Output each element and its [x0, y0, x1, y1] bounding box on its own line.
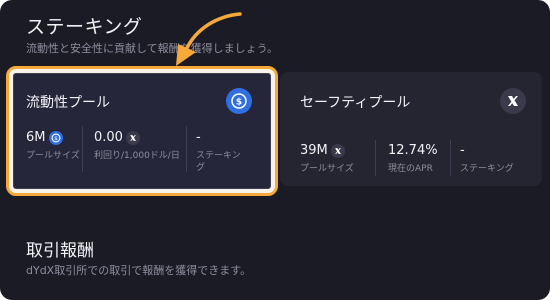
dydx-icon: [330, 143, 345, 158]
liquidity-pool-size-label: プールサイズ: [26, 151, 80, 161]
usdc-icon: $: [48, 130, 63, 145]
stat-divider: [82, 126, 83, 172]
usdc-icon: $: [226, 88, 252, 114]
page-title: ステーキング: [26, 16, 143, 38]
safety-pool-size-value: 39M: [300, 143, 345, 158]
liquidity-pool-size-value: 6M $: [26, 130, 63, 145]
stat-divider: [450, 140, 451, 176]
stat-divider: [186, 126, 187, 172]
liquidity-pool-title: 流動性プール: [26, 95, 110, 111]
safety-pool-apr-label: 現在のAPR: [388, 164, 433, 174]
stat-divider: [375, 140, 376, 176]
safety-pool-apr-value: 12.74%: [388, 143, 438, 158]
safety-pool-staking-label: ステーキング: [460, 164, 514, 174]
liquidity-pool-yield-label: 利回り/1,000ドル/日: [94, 151, 180, 161]
liquidity-pool-staking-label: ステーキング: [196, 151, 241, 173]
dydx-icon: [125, 130, 140, 145]
pointer-arrow-icon: [176, 12, 242, 66]
liquidity-pool-yield-value: 0.00: [94, 130, 140, 145]
safety-pool-size-label: プールサイズ: [300, 164, 354, 174]
liquidity-pool-size-number: 6M: [26, 130, 46, 145]
safety-pool-title: セーフティプール: [300, 95, 411, 111]
dydx-icon: [500, 88, 526, 114]
staking-panel: ステーキング 流動性と安全性に貢献して報酬を獲得しましょう。 セーフティプール …: [0, 0, 550, 300]
svg-text:$: $: [236, 98, 242, 108]
liquidity-pool-staking-value: -: [196, 130, 201, 145]
trading-rewards-subtitle: dYdX取引所での取引で報酬を獲得できます。: [26, 264, 252, 277]
svg-text:$: $: [54, 136, 58, 142]
safety-pool-size-number: 39M: [300, 143, 328, 158]
liquidity-pool-yield-number: 0.00: [94, 130, 123, 145]
liquidity-pool-card[interactable]: 流動性プール $ 6M $ プールサイズ 0.00 利回り/1,000ドル/日 …: [13, 73, 271, 189]
safety-pool-staking-value: -: [460, 143, 465, 158]
trading-rewards-title: 取引報酬: [26, 241, 94, 261]
safety-pool-card[interactable]: セーフティプール 39M プールサイズ 12.74% 現在のAPR - ステーキ…: [280, 72, 542, 186]
